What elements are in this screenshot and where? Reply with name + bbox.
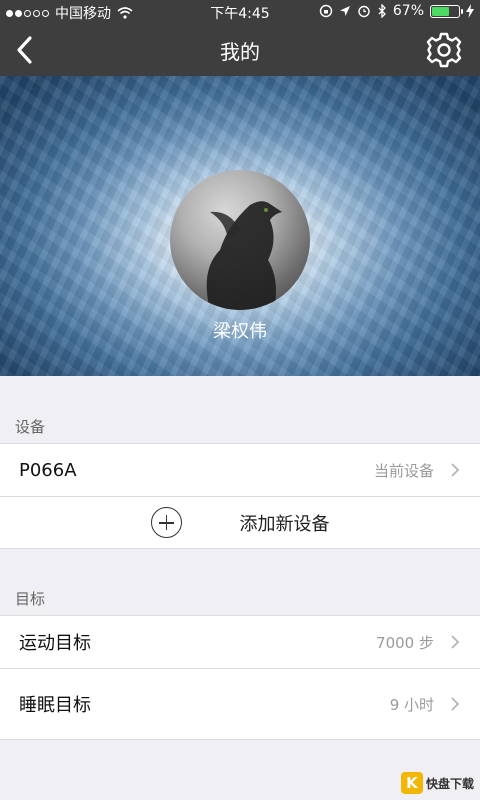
lock-rotation-icon bbox=[319, 4, 333, 18]
location-arrow-icon bbox=[339, 6, 350, 16]
status-bar: 中国移动 下午4:45 67% bbox=[0, 0, 480, 24]
battery-fill bbox=[432, 6, 450, 16]
avatar[interactable] bbox=[170, 170, 310, 310]
battery-icon bbox=[430, 4, 463, 18]
add-device-button[interactable]: 添加新设备 bbox=[0, 496, 480, 548]
top-bar: 中国移动 下午4:45 67% 我的 bbox=[0, 0, 480, 76]
exercise-goal-value: 7000 步 bbox=[376, 633, 434, 652]
goals-section-header: 目标 bbox=[15, 590, 46, 608]
watermark: K 快盘下载 bbox=[400, 772, 474, 794]
avatar-image bbox=[206, 201, 282, 310]
sleep-goal-label: 睡眠目标 bbox=[19, 695, 91, 716]
nav-bar: 我的 bbox=[0, 24, 480, 76]
profile-header: 梁权伟 bbox=[0, 76, 480, 376]
add-circle-icon bbox=[150, 507, 182, 538]
device-status: 当前设备 bbox=[373, 461, 434, 480]
gear-icon bbox=[426, 32, 462, 68]
exercise-goal-label: 运动目标 bbox=[19, 633, 91, 654]
sleep-goal-value: 9 小时 bbox=[389, 695, 434, 714]
chevron-right-icon bbox=[451, 463, 460, 477]
add-device-label: 添加新设备 bbox=[239, 513, 330, 535]
status-right: 67% bbox=[319, 3, 474, 19]
watermark-text: 快盘下载 bbox=[425, 776, 474, 791]
device-row[interactable]: P066A 当前设备 bbox=[0, 444, 480, 496]
settings-button[interactable] bbox=[424, 30, 464, 70]
bluetooth-icon bbox=[378, 4, 386, 18]
device-name: P066A bbox=[19, 459, 77, 481]
username: 梁权伟 bbox=[213, 321, 267, 342]
chevron-right-icon bbox=[451, 697, 460, 711]
page-title: 我的 bbox=[220, 40, 260, 64]
alarm-icon bbox=[358, 5, 370, 18]
exercise-goal-row[interactable]: 运动目标 7000 步 bbox=[0, 616, 480, 668]
battery-percent: 67% bbox=[392, 3, 424, 19]
chevron-right-icon bbox=[451, 635, 460, 649]
devices-list: P066A 当前设备 添加新设备 bbox=[0, 443, 480, 549]
devices-section-header: 设备 bbox=[15, 418, 46, 436]
sleep-goal-row[interactable]: 睡眠目标 9 小时 bbox=[0, 668, 480, 739]
charging-icon bbox=[466, 4, 474, 18]
watermark-logo: K bbox=[400, 772, 423, 794]
goals-list: 运动目标 7000 步 睡眠目标 9 小时 bbox=[0, 615, 480, 740]
